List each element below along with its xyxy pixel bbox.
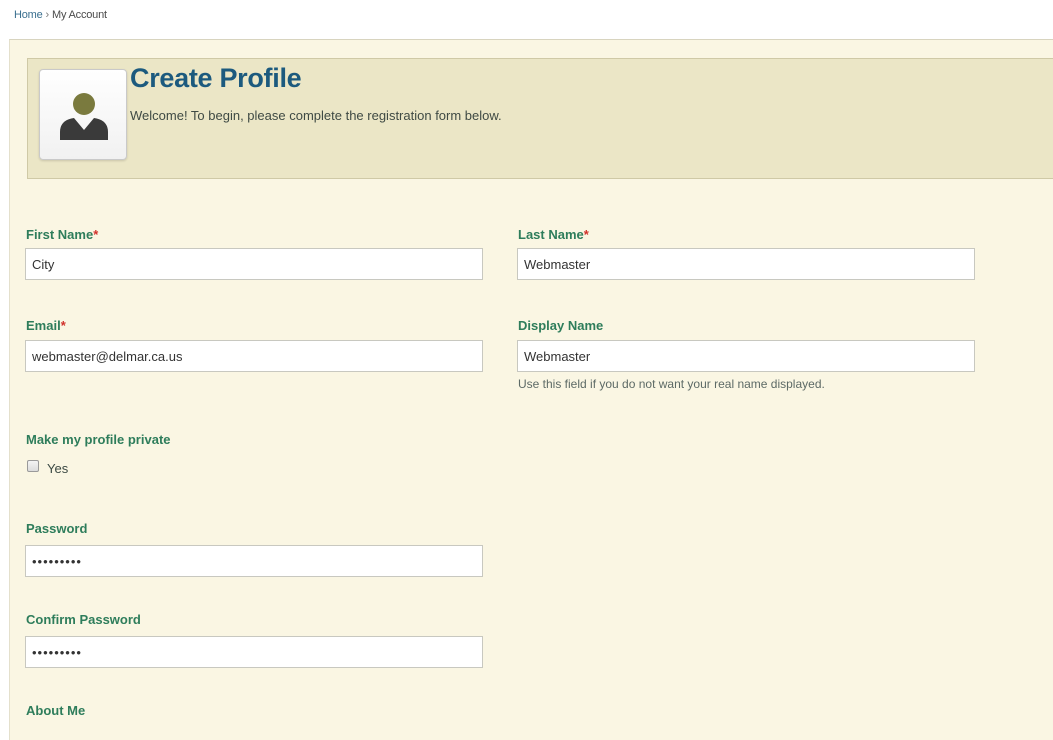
page-subtitle: Welcome! To begin, please complete the r…: [130, 108, 502, 123]
page-title: Create Profile: [130, 63, 302, 93]
last-name-field[interactable]: [517, 248, 975, 280]
first-name-label: First Name*: [26, 227, 99, 242]
display-name-label: Display Name: [518, 318, 604, 333]
breadcrumb: Home › My Account: [14, 9, 107, 21]
private-profile-option-label[interactable]: Yes: [47, 461, 68, 476]
private-profile-label: Make my profile private: [26, 432, 171, 447]
display-name-hint: Use this field if you do not want your r…: [518, 377, 825, 391]
password-field[interactable]: [25, 545, 483, 577]
password-label: Password: [26, 521, 88, 536]
user-silhouette-icon: [60, 93, 108, 140]
email-field[interactable]: [25, 340, 483, 372]
required-marker: *: [60, 318, 66, 333]
last-name-label: Last Name*: [518, 227, 589, 242]
confirm-password-field[interactable]: [25, 636, 483, 668]
breadcrumb-current: My Account: [52, 9, 107, 21]
private-profile-checkbox[interactable]: [27, 460, 39, 472]
breadcrumb-home-link[interactable]: Home: [14, 9, 43, 21]
display-name-field[interactable]: [517, 340, 975, 372]
breadcrumb-separator: ›: [45, 9, 50, 21]
about-me-label: About Me: [26, 703, 86, 718]
required-marker: *: [583, 227, 589, 242]
email-label: Email*: [26, 318, 66, 333]
avatar: [39, 69, 127, 160]
required-marker: *: [93, 227, 99, 242]
confirm-password-label: Confirm Password: [26, 612, 141, 627]
first-name-field[interactable]: [25, 248, 483, 280]
